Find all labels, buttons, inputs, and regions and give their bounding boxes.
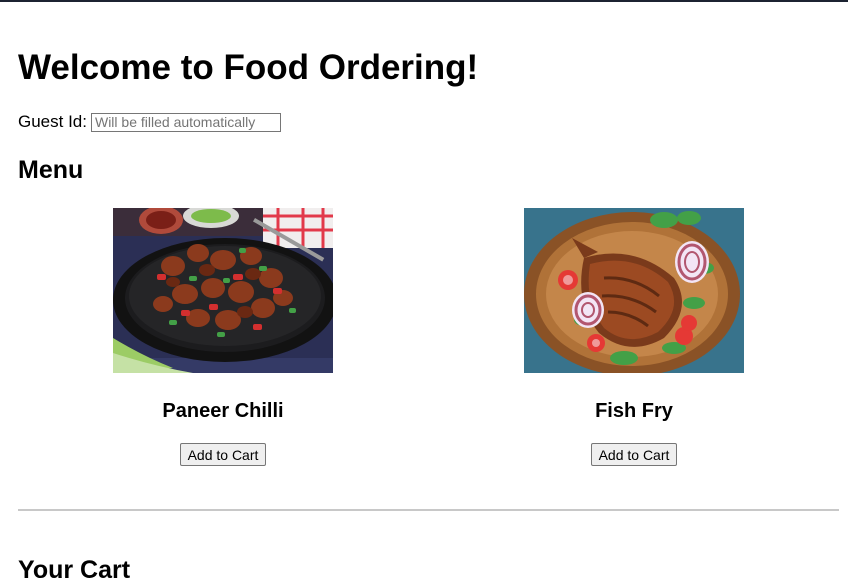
page-title: Welcome to Food Ordering! [18,48,479,87]
section-divider [18,509,839,511]
add-to-cart-button-paneer-chilli[interactable]: Add to Cart [179,443,267,466]
menu-item-name: Fish Fry [595,400,673,422]
menu-item-fish-fry: Fish Fry Add to Cart [429,208,839,466]
fish-fry-image [524,208,744,373]
top-border [0,0,848,2]
paneer-chilli-image [113,208,333,373]
menu-item-name: Paneer Chilli [162,400,284,422]
add-to-cart-button-fish-fry[interactable]: Add to Cart [590,443,678,466]
menu-item-paneer-chilli: Paneer Chilli Add to Cart [18,208,428,466]
guest-id-label: Guest Id: [18,112,87,131]
menu-heading: Menu [18,156,84,184]
guest-id-input[interactable] [90,112,281,132]
guest-id-row: Guest Id: [18,110,281,134]
cart-heading: Your Cart [18,556,131,584]
